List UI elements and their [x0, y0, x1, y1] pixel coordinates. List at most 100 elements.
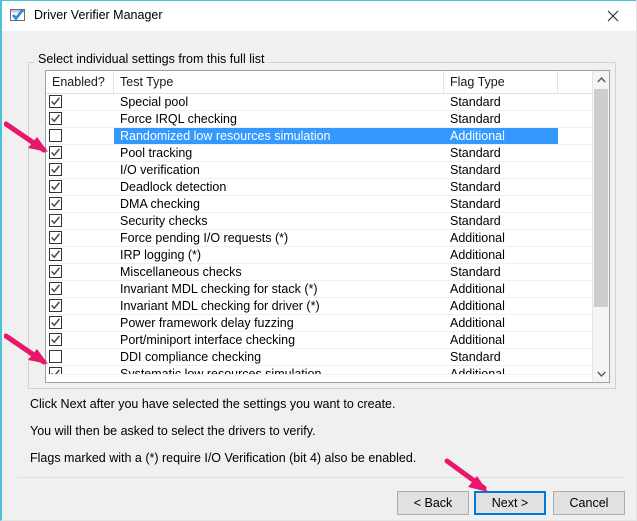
row-extra-cell: [558, 298, 594, 314]
row-enabled-cell[interactable]: [46, 94, 115, 110]
row-enabled-cell[interactable]: [46, 162, 115, 178]
row-enabled-cell[interactable]: [46, 366, 115, 374]
row-extra-cell: [558, 94, 594, 110]
table-row[interactable]: I/O verification Standard: [46, 162, 609, 179]
row-flag-type: Standard: [450, 95, 501, 109]
row-test-type: I/O verification: [120, 163, 200, 177]
row-flag-type: Additional: [444, 128, 558, 144]
table-row[interactable]: DMA checking Standard: [46, 196, 609, 213]
row-flag-type: Standard: [450, 180, 501, 194]
row-extra-cell: [558, 196, 594, 212]
table-row[interactable]: Randomized low resources simulation Addit…: [46, 128, 609, 145]
row-enabled-cell[interactable]: [46, 298, 115, 314]
row-enabled-cell[interactable]: [46, 128, 115, 144]
row-extra-cell: [558, 230, 594, 246]
column-header-enabled[interactable]: Enabled?: [46, 71, 114, 93]
row-flag-type: Additional: [450, 282, 505, 296]
table-row[interactable]: Power framework delay fuzzing Additional: [46, 315, 609, 332]
table-row[interactable]: Security checks Standard: [46, 213, 609, 230]
checkbox-checked-icon[interactable]: [49, 299, 62, 312]
row-enabled-cell[interactable]: [46, 281, 115, 297]
row-enabled-cell[interactable]: [46, 111, 115, 127]
checkbox-checked-icon[interactable]: [49, 112, 62, 125]
table-row[interactable]: DDI compliance checking Standard: [46, 349, 609, 366]
row-enabled-cell[interactable]: [46, 315, 115, 331]
checkbox-checked-icon[interactable]: [49, 265, 62, 278]
checkbox-checked-icon[interactable]: [49, 367, 62, 374]
row-extra-cell: [558, 247, 594, 263]
row-enabled-cell[interactable]: [46, 332, 115, 348]
row-enabled-cell[interactable]: [46, 247, 115, 263]
groupbox-label: Select individual settings from this ful…: [34, 52, 269, 66]
row-extra-cell: [558, 128, 594, 144]
settings-listview[interactable]: Enabled? Test Type Flag Type Special poo…: [45, 70, 610, 383]
table-row[interactable]: Force IRQL checking Standard: [46, 111, 609, 128]
row-flag-type: Standard: [450, 112, 501, 126]
table-row[interactable]: Systematic low resources simulation Addit…: [46, 366, 609, 375]
row-flag-type: Standard: [450, 265, 501, 279]
checkbox-unchecked-icon[interactable]: [49, 129, 62, 142]
row-extra-cell: [558, 332, 594, 348]
table-row[interactable]: Invariant MDL checking for driver (*) Add…: [46, 298, 609, 315]
instruction-line-1: Click Next after you have selected the s…: [30, 397, 396, 411]
table-row[interactable]: Port/miniport interface checking Addition…: [46, 332, 609, 349]
row-extra-cell: [558, 349, 594, 365]
checkbox-checked-icon[interactable]: [49, 197, 62, 210]
column-header-flag-type[interactable]: Flag Type: [444, 71, 558, 93]
table-row[interactable]: IRP logging (*) Additional: [46, 247, 609, 264]
next-button[interactable]: Next >: [474, 491, 546, 515]
scroll-down-icon[interactable]: [593, 365, 609, 382]
table-row[interactable]: Force pending I/O requests (*) Additional: [46, 230, 609, 247]
row-flag-type: Additional: [450, 299, 505, 313]
scrollbar-thumb[interactable]: [594, 89, 608, 307]
table-row[interactable]: Pool tracking Standard: [46, 145, 609, 162]
checkbox-checked-icon[interactable]: [49, 163, 62, 176]
close-icon[interactable]: [590, 1, 636, 31]
row-flag-type: Standard: [450, 214, 501, 228]
listview-scrollbar[interactable]: [592, 71, 609, 382]
row-test-type: Pool tracking: [120, 146, 193, 160]
back-button[interactable]: < Back: [397, 491, 469, 515]
row-extra-cell: [558, 162, 594, 178]
checkbox-checked-icon[interactable]: [49, 316, 62, 329]
driver-verifier-window: Driver Verifier Manager Select individua…: [0, 0, 637, 521]
row-test-type: Deadlock detection: [120, 180, 227, 194]
row-enabled-cell[interactable]: [46, 145, 115, 161]
table-row[interactable]: Special pool Standard: [46, 94, 609, 111]
row-test-type: Invariant MDL checking for stack (*): [120, 282, 318, 296]
row-extra-cell: [558, 111, 594, 127]
window-title: Driver Verifier Manager: [34, 8, 163, 22]
column-header-extra[interactable]: [558, 71, 594, 93]
checkbox-checked-icon[interactable]: [49, 214, 62, 227]
instruction-line-2: You will then be asked to select the dri…: [30, 424, 316, 438]
checkbox-checked-icon[interactable]: [49, 146, 62, 159]
listview-body: Special pool Standard Force IRQL checking S…: [46, 94, 609, 382]
cancel-button[interactable]: Cancel: [553, 491, 625, 515]
row-extra-cell: [558, 213, 594, 229]
row-flag-type: Additional: [450, 367, 505, 375]
row-enabled-cell[interactable]: [46, 264, 115, 280]
row-enabled-cell[interactable]: [46, 196, 115, 212]
driver-verifier-icon: [10, 8, 27, 24]
row-enabled-cell[interactable]: [46, 179, 115, 195]
table-row[interactable]: Miscellaneous checks Standard: [46, 264, 609, 281]
checkbox-checked-icon[interactable]: [49, 248, 62, 261]
row-enabled-cell[interactable]: [46, 230, 115, 246]
row-extra-cell: [558, 366, 594, 374]
column-header-test-type[interactable]: Test Type: [114, 71, 444, 93]
row-enabled-cell[interactable]: [46, 349, 115, 365]
table-row[interactable]: Deadlock detection Standard: [46, 179, 609, 196]
checkbox-checked-icon[interactable]: [49, 180, 62, 193]
row-test-type: Force IRQL checking: [120, 112, 237, 126]
checkbox-checked-icon[interactable]: [49, 282, 62, 295]
checkbox-checked-icon[interactable]: [49, 231, 62, 244]
checkbox-checked-icon[interactable]: [49, 95, 62, 108]
table-row[interactable]: Invariant MDL checking for stack (*) Addi…: [46, 281, 609, 298]
footer-separator: [17, 477, 625, 478]
checkbox-unchecked-icon[interactable]: [49, 350, 62, 363]
instruction-line-3: Flags marked with a (*) require I/O Veri…: [30, 451, 417, 465]
checkbox-checked-icon[interactable]: [49, 333, 62, 346]
row-enabled-cell[interactable]: [46, 213, 115, 229]
scroll-up-icon[interactable]: [593, 71, 609, 88]
row-flag-type: Standard: [450, 146, 501, 160]
